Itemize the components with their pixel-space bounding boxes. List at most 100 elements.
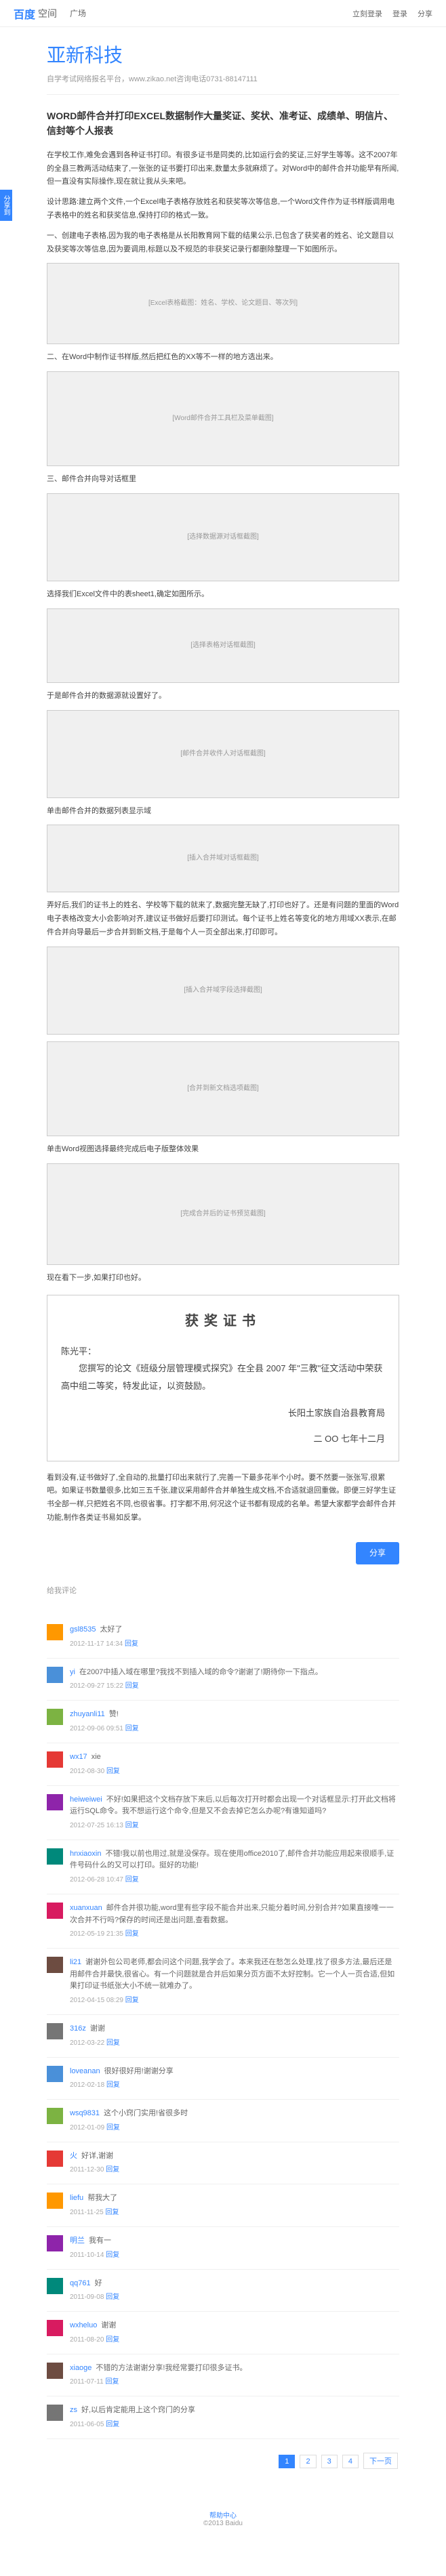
paragraph: 单击Word视图选择最终完成后电子版整体效果: [47, 1143, 399, 1157]
comment-username[interactable]: gsl8535: [70, 1625, 96, 1634]
reply-link[interactable]: 回复: [125, 1682, 139, 1690]
comment-username[interactable]: xiaoge: [70, 2364, 92, 2372]
comment-text: 在2007中插入域在哪里?我找不到插入域的命令?谢谢了!期待你一下指点。: [79, 1668, 323, 1676]
reply-link[interactable]: 回复: [106, 1768, 120, 1775]
page-header: 百度 空间 广场 立刻登录 登录 分享: [0, 0, 446, 27]
avatar[interactable]: [47, 2066, 63, 2082]
page-3[interactable]: 3: [321, 2455, 338, 2468]
paragraph: 现在看下一步,如果打印也好。: [47, 1272, 399, 1285]
avatar[interactable]: [47, 2151, 63, 2167]
comment-text: 赞!: [109, 1710, 119, 1718]
avatar[interactable]: [47, 2320, 63, 2336]
comment-text: 不错的方法谢谢分享!我经常要打印很多证书。: [96, 2364, 247, 2372]
screenshot-excel-table: [Excel表格截图：姓名、学校、论文题目、等次列]: [47, 263, 399, 344]
comment-item: hnxiaoxin不错!我以前也用过,就是没保存。现在使用office2010了…: [47, 1840, 399, 1894]
comment-username[interactable]: zhuyanli11: [70, 1710, 105, 1718]
avatar[interactable]: [47, 1709, 63, 1725]
tab-home[interactable]: 广场: [70, 7, 86, 19]
comment-item: heiweiwei不好!如果把这个文档存放下来后,以后每次打开时都会出现一个对话…: [47, 1786, 399, 1840]
avatar[interactable]: [47, 2405, 63, 2421]
comment-username[interactable]: 明兰: [70, 2237, 85, 2245]
comments-list: gsl8535太好了2012-11-17 14:34 回复yi在2007中插入域…: [47, 1616, 399, 2439]
article-title: WORD邮件合并打印EXCEL数据制作大量奖证、奖状、准考证、成绩单、明信片、信…: [47, 108, 399, 139]
comment-username[interactable]: hnxiaoxin: [70, 1850, 101, 1858]
reply-link[interactable]: 回复: [106, 2081, 120, 2089]
avatar[interactable]: [47, 1624, 63, 1640]
comment-text: 谢谢: [101, 2321, 116, 2329]
paragraph: 二、在Word中制作证书样版,然后把红色的XX等不一样的地方选出来。: [47, 351, 399, 365]
comment-item: 火好详,谢谢2011-12-30 回复: [47, 2142, 399, 2185]
comment-item: zhuyanli11 赞! 2012-09-06 09:51 回复: [47, 1701, 399, 1743]
comment-username[interactable]: li21: [70, 1958, 81, 1966]
reply-link[interactable]: 回复: [106, 2039, 120, 2047]
comment-username[interactable]: 火: [70, 2152, 77, 2160]
reply-link[interactable]: 回复: [106, 2336, 119, 2344]
reply-link[interactable]: 回复: [105, 2209, 119, 2216]
comment-text: 我有一: [89, 2237, 111, 2245]
reply-link[interactable]: 回复: [106, 2166, 119, 2174]
avatar[interactable]: [47, 1848, 63, 1865]
avatar[interactable]: [47, 1903, 63, 1919]
avatar[interactable]: [47, 1794, 63, 1810]
paragraph: 在学校工作,难免会遇到各种证书打印。有很多证书是同类的,比如运行会的奖证,三好学…: [47, 149, 399, 189]
comment-meta: 2011-11-25 回复: [70, 2207, 399, 2218]
avatar[interactable]: [47, 2193, 63, 2209]
comment-text: 谢谢: [90, 2024, 105, 2033]
reply-link[interactable]: 回复: [125, 1997, 139, 2004]
comment-meta: 2012-03-22 回复: [70, 2038, 399, 2049]
reply-link[interactable]: 回复: [106, 2293, 119, 2301]
reply-link[interactable]: 回复: [106, 2124, 120, 2132]
comment-meta: 2012-08-30 回复: [70, 1766, 399, 1777]
comment-text: 很好很好用!谢谢分享: [104, 2067, 174, 2075]
reply-link[interactable]: 回复: [106, 2421, 119, 2428]
reply-link[interactable]: 回复: [125, 1725, 139, 1732]
comment-meta: 2011-07-11 回复: [70, 2377, 399, 2388]
comment-item: qq761好2011-09-08 回复: [47, 2270, 399, 2312]
page-1[interactable]: 1: [279, 2455, 295, 2468]
comment-username[interactable]: liefu: [70, 2194, 83, 2202]
nav-share[interactable]: 分享: [418, 8, 432, 19]
nav-right: 立刻登录 登录 分享: [352, 8, 432, 19]
comment-username[interactable]: wx17: [70, 1753, 87, 1761]
avatar[interactable]: [47, 2023, 63, 2039]
comment-username[interactable]: qq761: [70, 2279, 91, 2287]
avatar[interactable]: [47, 1957, 63, 1973]
comment-meta: 2012-01-09 回复: [70, 2123, 399, 2134]
comment-username[interactable]: heiweiwei: [70, 1795, 102, 1804]
blog-subtitle: 自学考试网络报名平台，www.zikao.net咨询电话0731-8814711…: [47, 73, 399, 95]
page-4[interactable]: 4: [342, 2455, 359, 2468]
logo[interactable]: 百度 空间 广场: [14, 5, 86, 22]
comment-username[interactable]: 316z: [70, 2024, 86, 2033]
pagination: 1 2 3 4 下一页: [47, 2453, 399, 2469]
avatar[interactable]: [47, 2235, 63, 2251]
avatar[interactable]: [47, 1667, 63, 1683]
reply-link[interactable]: 回复: [106, 2251, 119, 2259]
comment-username[interactable]: yi: [70, 1668, 75, 1676]
page-2[interactable]: 2: [300, 2455, 316, 2468]
reply-link[interactable]: 回复: [125, 1876, 139, 1884]
avatar[interactable]: [47, 2278, 63, 2294]
reply-link[interactable]: 回复: [105, 2378, 119, 2386]
avatar[interactable]: [47, 2108, 63, 2124]
page-next[interactable]: 下一页: [363, 2453, 398, 2469]
comment-text: 太好了: [100, 1625, 123, 1634]
nav-login[interactable]: 立刻登录: [352, 8, 382, 19]
reply-link[interactable]: 回复: [125, 1930, 139, 1938]
share-side-tab[interactable]: 分享到: [0, 190, 12, 221]
reply-link[interactable]: 回复: [125, 1822, 139, 1829]
avatar[interactable]: [47, 1751, 63, 1768]
comment-username[interactable]: wsq9831: [70, 2109, 100, 2117]
comment-item: yi在2007中插入域在哪里?我找不到插入域的命令?谢谢了!期待你一下指点。20…: [47, 1659, 399, 1701]
comment-username[interactable]: wxheluo: [70, 2321, 97, 2329]
comment-username[interactable]: loveanan: [70, 2067, 100, 2075]
nav-signup[interactable]: 登录: [392, 8, 407, 19]
reply-link[interactable]: 回复: [125, 1640, 138, 1648]
avatar[interactable]: [47, 2363, 63, 2379]
comment-username[interactable]: zs: [70, 2406, 77, 2414]
footer-help-link[interactable]: 帮助中心: [209, 2512, 237, 2520]
comment-username[interactable]: xuanxuan: [70, 1904, 102, 1912]
comment-meta: 2012-09-06 09:51 回复: [70, 1724, 399, 1734]
share-button[interactable]: 分享: [356, 1542, 399, 1565]
paragraph: 设计思路:建立两个文件,一个Excel电子表格存放姓名和获奖等次等信息,一个Wo…: [47, 196, 399, 223]
paragraph: 选择我们Excel文件中的表sheet1,确定如图所示。: [47, 588, 399, 602]
